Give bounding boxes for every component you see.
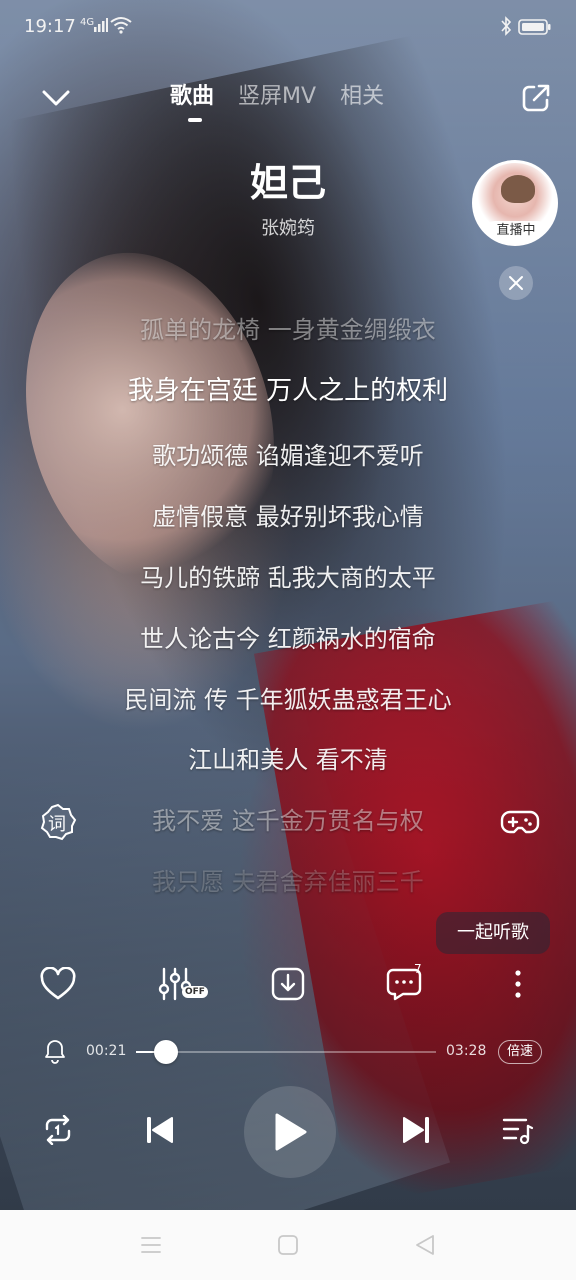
like-button[interactable] — [32, 958, 84, 1010]
progress-thumb[interactable] — [154, 1040, 178, 1064]
lyric-line: 虚情假意 最好别坏我心情 — [152, 503, 424, 531]
lyric-line: 我只愿 夫君舍弃佳丽三千 — [152, 868, 424, 896]
playlist-button[interactable] — [492, 1104, 544, 1156]
time-elapsed: 00:21 — [86, 1043, 127, 1059]
previous-icon — [147, 1117, 173, 1143]
signal-icon — [94, 18, 108, 32]
collapse-button[interactable] — [36, 80, 76, 116]
wifi-icon — [110, 17, 132, 34]
nav-back-button[interactable] — [410, 1230, 440, 1260]
live-avatar[interactable]: 直播中 — [472, 160, 558, 246]
download-button[interactable] — [262, 958, 314, 1010]
lyric-line: 世人论古今 红颜祸水的宿命 — [140, 625, 436, 653]
time-total: 03:28 — [446, 1043, 487, 1059]
nav-home-button[interactable] — [273, 1230, 303, 1260]
battery-icon — [518, 19, 551, 35]
lyrics-mode-label: 词 — [48, 814, 66, 835]
close-live-button[interactable] — [499, 266, 533, 300]
effect-off-badge: OFF — [182, 986, 208, 998]
play-icon — [275, 1113, 307, 1151]
next-icon — [403, 1117, 429, 1143]
playlist-icon — [502, 1118, 534, 1145]
lyric-line: 马儿的铁蹄 乱我大商的太平 — [140, 564, 436, 592]
next-button[interactable] — [390, 1104, 442, 1156]
lyric-line: 歌功颂德 谄媚逢迎不爱听 — [152, 442, 424, 470]
comments-button[interactable]: 7 — [378, 958, 430, 1010]
menu-icon — [141, 1237, 161, 1253]
more-vertical-icon — [515, 970, 521, 998]
tab-active-indicator — [188, 118, 202, 122]
lyric-line: 江山和美人 看不清 — [188, 746, 388, 774]
tab-song-label: 歌曲 — [170, 84, 215, 109]
previous-button[interactable] — [134, 1104, 186, 1156]
system-nav-bar — [0, 1210, 576, 1280]
close-icon — [509, 276, 523, 290]
player-header: 歌曲 竖屏MV 相关 — [0, 70, 576, 130]
lyric-line-current: 我身在宫廷 万人之上的权利 — [127, 376, 449, 406]
lyric-line: 民间流 传 千年狐妖蛊惑君王心 — [124, 686, 452, 714]
nav-menu-button[interactable] — [136, 1230, 166, 1260]
bluetooth-icon — [501, 16, 512, 36]
gamepad-icon — [500, 810, 540, 834]
comment-count: 7 — [414, 962, 422, 976]
sound-effect-button[interactable]: OFF — [152, 958, 208, 1010]
repeat-one-icon — [45, 1115, 71, 1145]
chevron-down-icon — [42, 90, 70, 106]
share-button[interactable] — [516, 78, 556, 118]
share-icon — [522, 84, 550, 112]
listen-together-button[interactable]: 一起听歌 — [436, 912, 550, 954]
lyric-line: 我不爱 这千金万贯名与权 — [152, 807, 424, 835]
live-label: 直播中 — [485, 221, 547, 241]
play-button[interactable] — [244, 1086, 336, 1178]
heart-icon — [40, 967, 76, 1000]
download-icon — [271, 967, 305, 1001]
tab-bar: 歌曲 竖屏MV 相关 — [170, 78, 384, 122]
status-time: 19:17 — [24, 16, 76, 37]
action-row: OFF 7 — [0, 958, 576, 1018]
repeat-button[interactable] — [32, 1104, 84, 1156]
tab-song[interactable]: 歌曲 — [170, 78, 215, 122]
status-bar: 19:17 4G — [0, 0, 576, 56]
playback-controls — [0, 1086, 576, 1178]
tab-related-label: 相关 — [340, 84, 385, 109]
more-button[interactable] — [492, 958, 544, 1010]
game-button[interactable] — [500, 808, 540, 848]
tab-vertical-mv[interactable]: 竖屏MV — [238, 78, 316, 110]
lyric-line: 孤单的龙椅 一身黄金绸缎衣 — [140, 316, 436, 344]
progress-track[interactable] — [136, 1040, 436, 1064]
avatar-picture — [501, 175, 535, 203]
back-triangle-icon — [416, 1235, 434, 1255]
speed-button[interactable]: 倍速 — [498, 1040, 542, 1064]
progress-row: 00:21 03:28 倍速 — [0, 1034, 576, 1074]
bell-icon[interactable] — [44, 1038, 66, 1064]
tab-vertical-mv-label: 竖屏MV — [238, 84, 317, 109]
lyrics-mode-button[interactable]: 词 — [38, 802, 78, 842]
network-type: 4G — [80, 17, 95, 28]
home-square-icon — [278, 1235, 298, 1255]
tab-related[interactable]: 相关 — [340, 78, 384, 110]
